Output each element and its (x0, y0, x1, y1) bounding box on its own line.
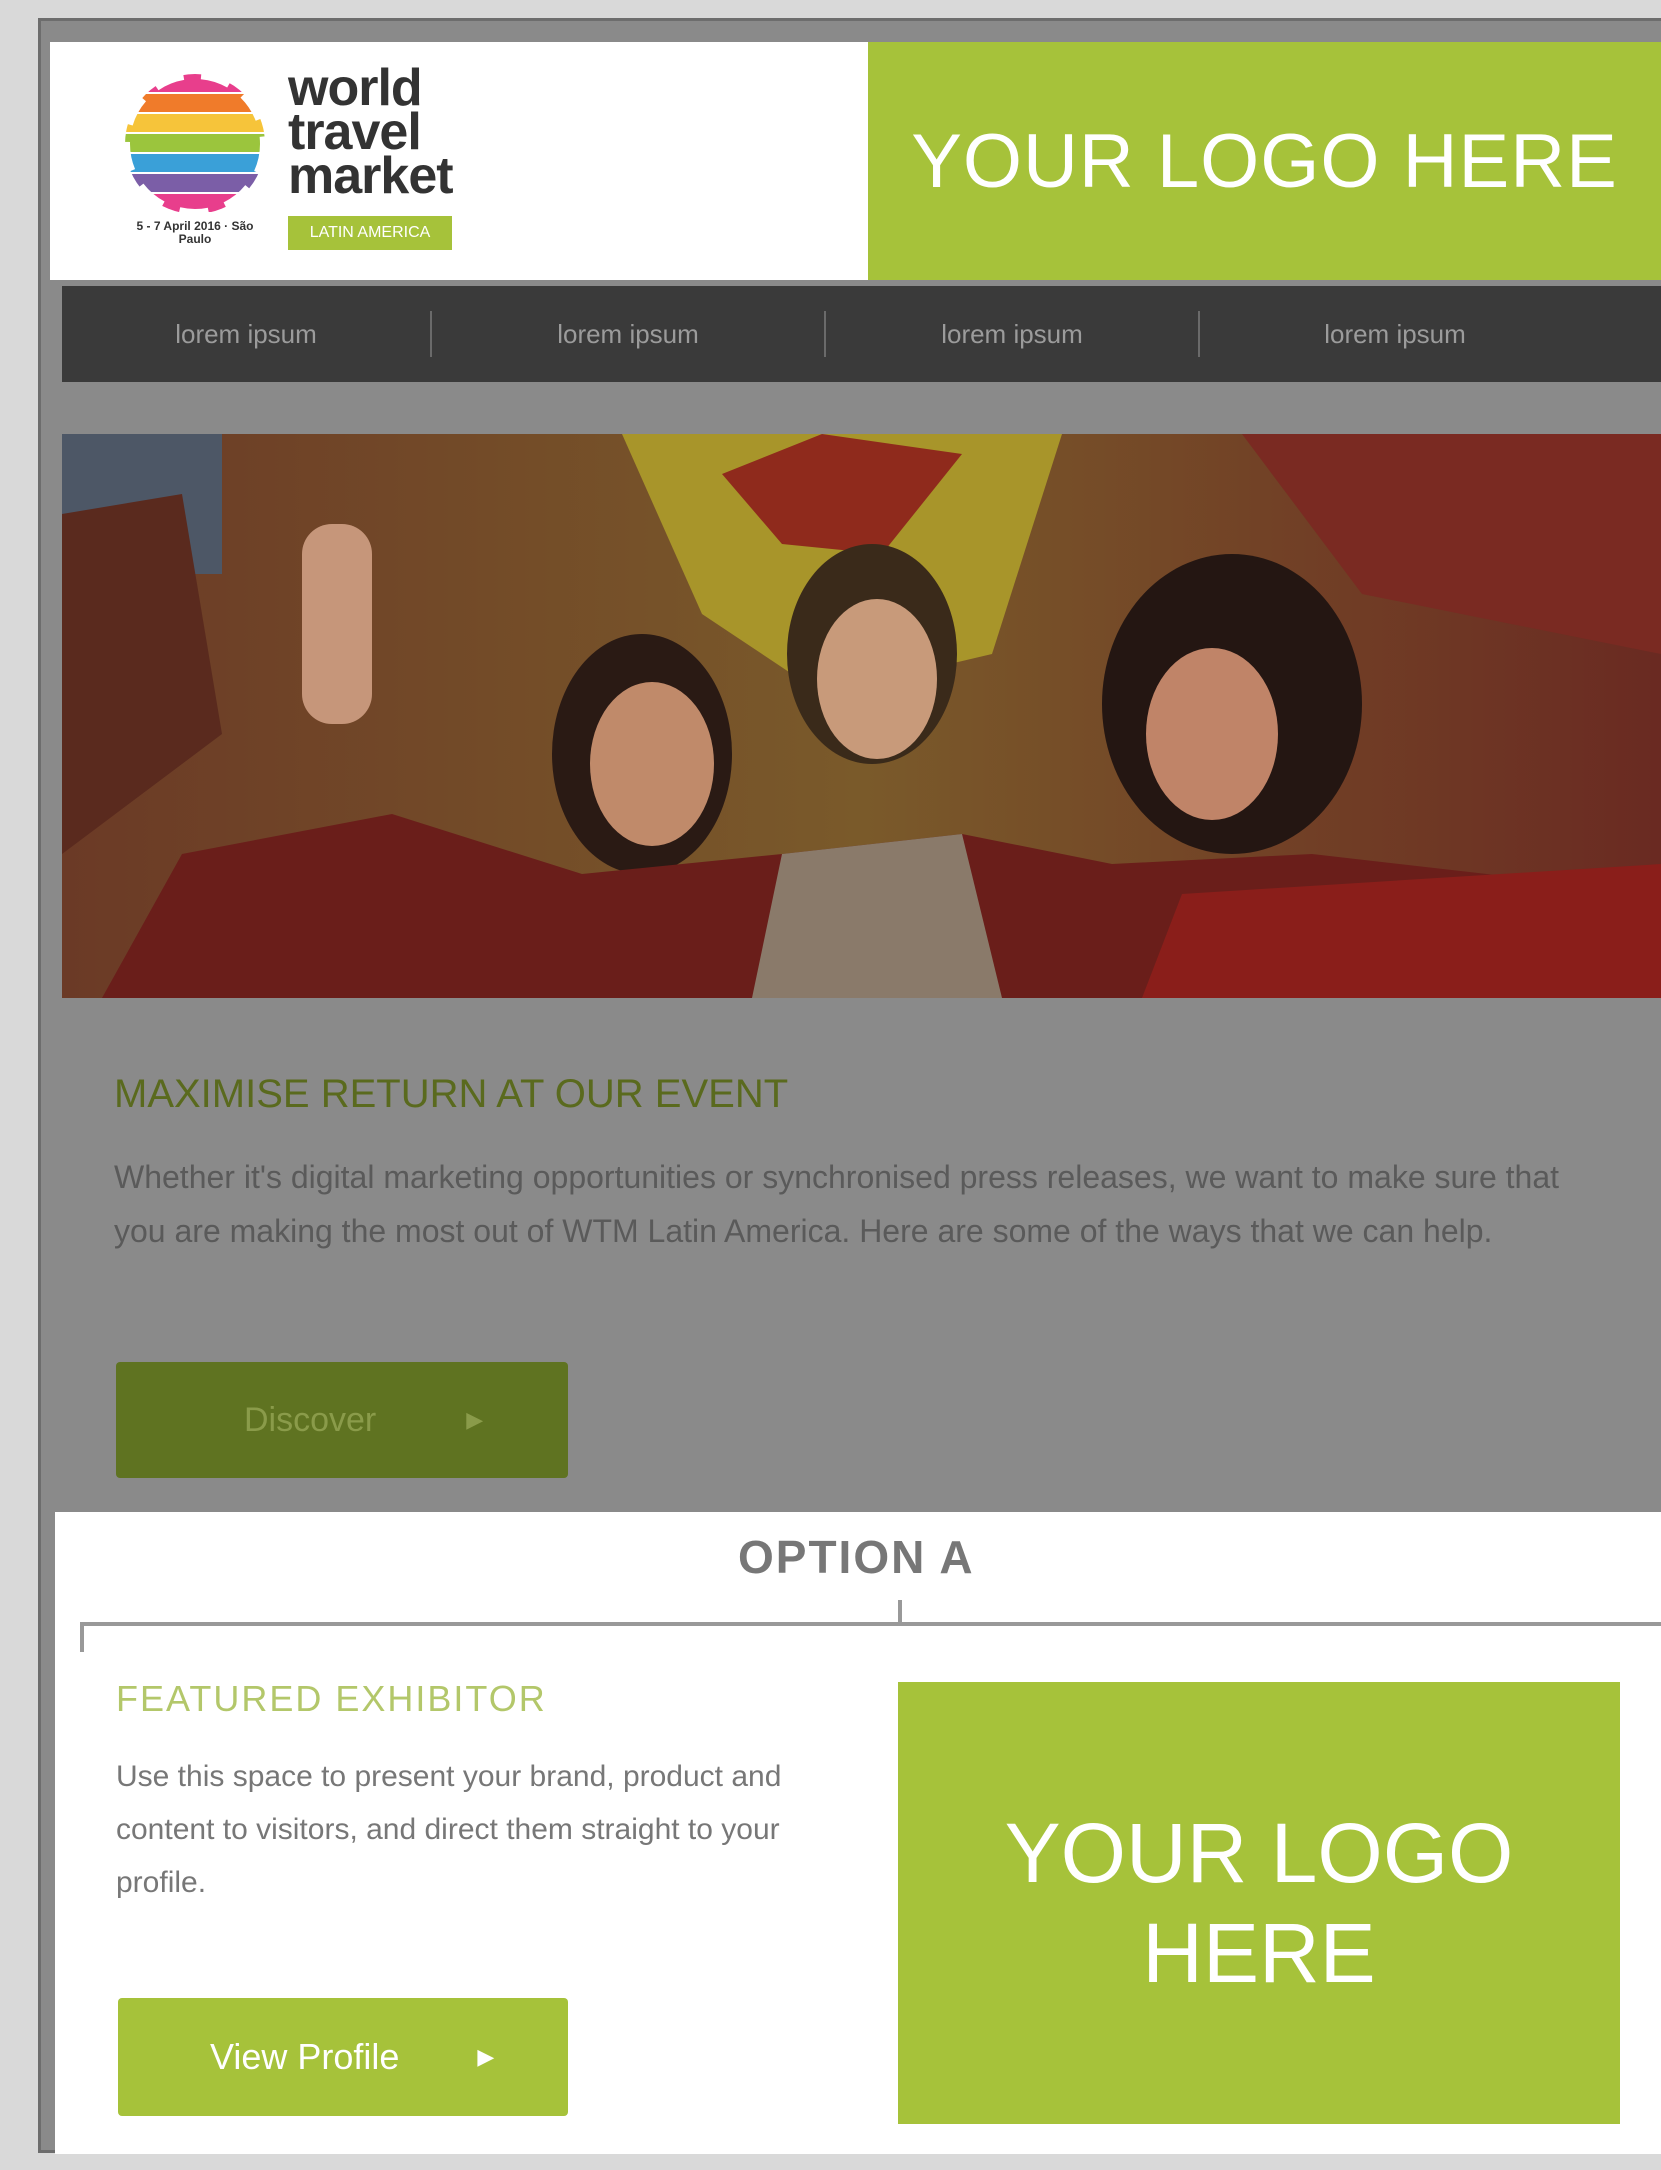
play-arrow-icon: ▶ (466, 1407, 484, 1432)
view-profile-button[interactable]: View Profile ▶ (118, 1998, 568, 2116)
featured-exhibitor-title: FEATURED EXHIBITOR (116, 1678, 547, 1719)
section-paragraph: Whether it's digital marketing opportuni… (114, 1159, 1560, 1249)
bracket-line (80, 1622, 1661, 1626)
discover-label: Discover (244, 1400, 377, 1439)
featured-exhibitor-text: Use this space to present your brand, pr… (116, 1760, 782, 1899)
nav-item[interactable]: lorem ipsum (432, 319, 824, 350)
header-logo-text: YOUR LOGO HERE (911, 118, 1618, 204)
bracket-line (898, 1600, 902, 1624)
bracket-line (80, 1622, 84, 1652)
exhibitor-logo-placeholder: YOUR LOGO HERE (898, 1682, 1620, 2124)
hero-image (62, 434, 1661, 998)
wtm-globe-icon (120, 69, 270, 219)
header: world travel market LATIN AMERICA 5 - 7 … (50, 42, 1661, 280)
wordmark-line: market (288, 147, 454, 205)
wtm-logo[interactable]: world travel market LATIN AMERICA 5 - 7 … (50, 42, 868, 280)
play-arrow-icon: ▶ (477, 2044, 495, 2069)
option-title: OPTION A (738, 1531, 975, 1583)
event-dates: 5 - 7 April 2016 · São Paulo (136, 219, 254, 246)
latin-america-badge: LATIN AMERICA (288, 216, 452, 250)
nav-bar: lorem ipsum lorem ipsum lorem ipsum lore… (62, 286, 1661, 382)
wtm-wordmark: world travel market (288, 62, 454, 205)
view-profile-label: View Profile (210, 2036, 400, 2077)
exhibitor-logo-text: YOUR LOGO HERE (1004, 1806, 1514, 2000)
section-headline: MAXIMISE RETURN AT OUR EVENT (114, 1072, 789, 1116)
nav-item[interactable]: lorem ipsum (1200, 319, 1590, 350)
nav-item[interactable]: lorem ipsum (62, 319, 430, 350)
header-logo-placeholder: YOUR LOGO HERE (868, 42, 1661, 280)
discover-button[interactable]: Discover ▶ (116, 1362, 568, 1478)
nav-item[interactable]: lorem ipsum (826, 319, 1198, 350)
